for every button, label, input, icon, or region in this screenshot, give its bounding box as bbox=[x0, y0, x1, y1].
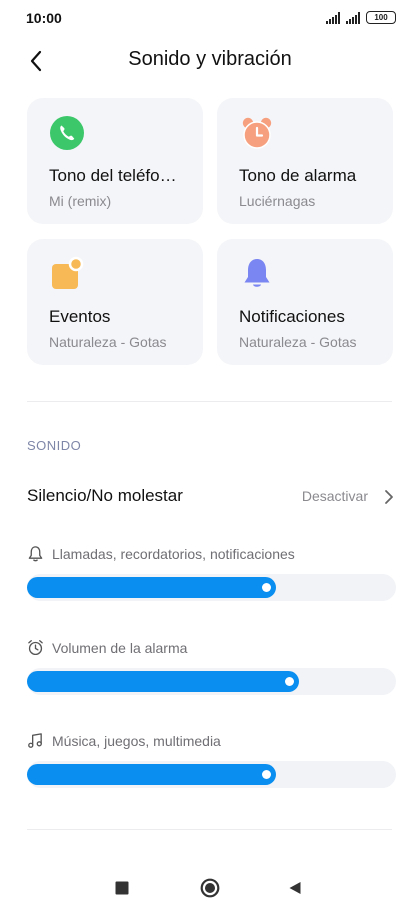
volume-slider-calls[interactable] bbox=[27, 574, 396, 601]
silence-value: Desactivar bbox=[301, 488, 368, 504]
signal-icon bbox=[346, 12, 360, 24]
page-title: Sonido y vibración bbox=[128, 48, 292, 70]
volume-label-alarm: Volumen de la alarma bbox=[27, 639, 187, 656]
divider bbox=[27, 401, 392, 402]
status-time: 10:00 bbox=[26, 10, 62, 26]
back-triangle-icon bbox=[289, 882, 301, 894]
home-button[interactable] bbox=[198, 876, 222, 900]
volume-label-text: Música, juegos, multimedia bbox=[52, 732, 221, 749]
calendar-icon bbox=[52, 256, 84, 289]
volume-label-media: Música, juegos, multimedia bbox=[27, 732, 221, 749]
slider-fill bbox=[27, 764, 276, 785]
volume-slider-alarm[interactable] bbox=[27, 668, 396, 695]
card-title: Tono de alarma bbox=[239, 166, 357, 185]
alarm-clock-icon bbox=[242, 117, 272, 149]
header: Sonido y vibración bbox=[0, 40, 420, 82]
recents-button[interactable] bbox=[110, 876, 134, 900]
section-label-sound: SONIDO bbox=[27, 438, 82, 453]
phone-icon bbox=[50, 116, 84, 150]
home-circle-icon bbox=[200, 878, 220, 898]
slider-thumb[interactable] bbox=[262, 770, 271, 779]
card-alarm-tone[interactable]: Tono de alarma Luciérnagas bbox=[217, 98, 393, 224]
slider-thumb[interactable] bbox=[262, 583, 271, 592]
card-notifications[interactable]: Notificaciones Naturaleza - Gotas bbox=[217, 239, 393, 365]
card-title: Notificaciones bbox=[239, 307, 345, 326]
silence-row[interactable]: Silencio/No molestar Desactivar bbox=[0, 476, 420, 516]
card-subtitle: Naturaleza - Gotas bbox=[239, 334, 357, 350]
slider-fill bbox=[27, 671, 299, 692]
slider-thumb[interactable] bbox=[285, 677, 294, 686]
volume-slider-media[interactable] bbox=[27, 761, 396, 788]
card-subtitle: Naturaleza - Gotas bbox=[49, 334, 167, 350]
card-title: Tono del teléfo… bbox=[49, 166, 177, 185]
back-nav-button[interactable] bbox=[283, 876, 307, 900]
volume-label-calls: Llamadas, recordatorios, notificaciones bbox=[27, 545, 295, 562]
bell-icon bbox=[244, 259, 270, 287]
volume-label-text: Volumen de la alarma bbox=[52, 639, 188, 656]
navigation-bar bbox=[0, 860, 420, 910]
status-bar: 10:00 100 bbox=[0, 0, 420, 36]
card-events[interactable]: Eventos Naturaleza - Gotas bbox=[27, 239, 203, 365]
music-note-icon bbox=[28, 733, 42, 748]
recents-square-icon bbox=[115, 881, 129, 895]
silence-label: Silencio/No molestar bbox=[27, 486, 183, 505]
battery-icon: 100 bbox=[366, 11, 396, 24]
signal-icon bbox=[326, 12, 340, 24]
divider bbox=[27, 829, 392, 830]
alarm-outline-icon bbox=[28, 640, 43, 656]
volume-label-text: Llamadas, recordatorios, notificaciones bbox=[52, 545, 295, 562]
status-icons: 100 bbox=[326, 11, 396, 24]
chevron-right-icon bbox=[385, 490, 393, 504]
card-title: Eventos bbox=[49, 307, 111, 326]
card-phone-ringtone[interactable]: Tono del teléfo… Mi (remix) bbox=[27, 98, 203, 224]
slider-fill bbox=[27, 577, 276, 598]
bell-outline-icon bbox=[28, 546, 43, 562]
card-subtitle: Mi (remix) bbox=[49, 193, 112, 209]
card-subtitle: Luciérnagas bbox=[239, 193, 316, 209]
